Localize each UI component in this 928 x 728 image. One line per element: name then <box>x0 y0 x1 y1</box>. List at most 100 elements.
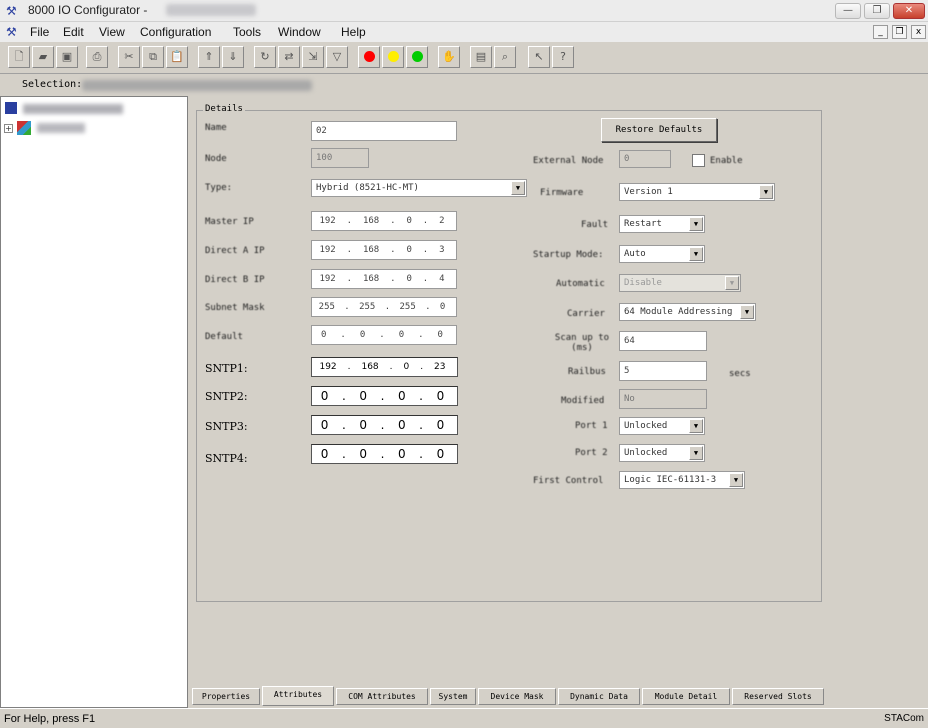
ip-octet: 255 <box>318 302 335 312</box>
menu-help[interactable]: Help <box>341 25 366 39</box>
cut-icon[interactable]: ✂ <box>118 46 140 68</box>
restore-defaults-button[interactable]: Restore Defaults <box>601 118 717 142</box>
carrier-select-value: 64 Module Addressing <box>624 307 733 317</box>
close-button[interactable]: ✕ <box>893 3 925 19</box>
yellow-status-icon[interactable] <box>382 46 404 68</box>
node-field[interactable]: 100 <box>311 148 369 168</box>
sntp1-field[interactable]: 192. 168. 0. 23 <box>311 357 458 377</box>
compare-icon[interactable]: ⇄ <box>278 46 300 68</box>
open-folder-icon[interactable]: ▰ <box>32 46 54 68</box>
ip-octet: 0 <box>439 302 446 312</box>
chevron-down-icon[interactable]: ▼ <box>740 305 754 319</box>
minimize-button[interactable]: — <box>835 3 861 19</box>
tree-root-label[interactable] <box>23 104 123 114</box>
type-select[interactable]: Hybrid (8521-HC-MT) ▼ <box>311 179 527 197</box>
firmware-select-value: Version 1 <box>624 187 673 197</box>
red-status-icon[interactable] <box>358 46 380 68</box>
port1-select[interactable]: Unlocked ▼ <box>619 417 705 435</box>
refresh-icon[interactable]: ↻ <box>254 46 276 68</box>
direct-b-ip-field[interactable]: 192. 168. 0. 4 <box>311 269 457 289</box>
startup-mode-select[interactable]: Auto ▼ <box>619 245 705 263</box>
tab-device-mask[interactable]: Device Mask <box>478 688 556 705</box>
ip-octet: 0 <box>321 330 327 340</box>
menu-configuration[interactable]: Configuration <box>140 25 211 39</box>
default-gateway-field[interactable]: 0.0.0.0 <box>311 325 457 345</box>
chevron-down-icon[interactable]: ▼ <box>689 247 703 261</box>
menu-view[interactable]: View <box>99 25 125 39</box>
fault-select[interactable]: Restart ▼ <box>619 215 705 233</box>
tab-com-attributes[interactable]: COM Attributes <box>336 688 428 705</box>
tab-attributes[interactable]: Attributes <box>262 686 334 706</box>
sntp3-field[interactable]: 0.0.0.0 <box>311 415 458 435</box>
context-help-icon[interactable]: ↖ <box>528 46 550 68</box>
mdi-restore-button[interactable]: ❐ <box>892 25 907 39</box>
chevron-down-icon[interactable]: ▼ <box>689 217 703 231</box>
startup-mode-select-value: Auto <box>624 249 646 259</box>
tree-expand-toggle[interactable]: + <box>4 124 13 133</box>
default-label: Default <box>205 332 243 342</box>
menu-tools[interactable]: Tools <box>233 25 261 39</box>
tab-module-detail[interactable]: Module Detail <box>642 688 730 705</box>
ip-octet: 0 <box>406 245 412 255</box>
menu-file[interactable]: File <box>30 25 49 39</box>
menu-edit[interactable]: Edit <box>63 25 84 39</box>
first-control-label: First Control <box>533 476 604 486</box>
device-tree[interactable]: + <box>0 96 188 708</box>
first-control-select[interactable]: Logic IEC-61131-3 ▼ <box>619 471 745 489</box>
direct-a-ip-field[interactable]: 192. 168. 0. 3 <box>311 240 457 260</box>
firmware-select[interactable]: Version 1 ▼ <box>619 183 775 201</box>
chevron-down-icon[interactable]: ▼ <box>689 419 703 433</box>
filter-icon[interactable]: ▽ <box>326 46 348 68</box>
modified-field: No <box>619 389 707 409</box>
enable-checkbox[interactable] <box>692 154 705 167</box>
sntp2-field[interactable]: 0.0.0.0 <box>311 386 458 406</box>
automatic-select[interactable]: Disable ▼ <box>619 274 741 292</box>
port2-select[interactable]: Unlocked ▼ <box>619 444 705 462</box>
chevron-down-icon[interactable]: ▼ <box>725 276 739 290</box>
tree-node-label[interactable] <box>37 123 85 133</box>
master-ip-label: Master IP <box>205 217 254 227</box>
tab-dynamic-data[interactable]: Dynamic Data <box>558 688 640 705</box>
carrier-select[interactable]: 64 Module Addressing ▼ <box>619 303 756 321</box>
paste-icon[interactable]: 📋 <box>166 46 188 68</box>
sntp4-field[interactable]: 0.0.0.0 <box>311 444 458 464</box>
tab-system[interactable]: System <box>430 688 476 705</box>
ip-octet: 0 <box>398 330 405 340</box>
subnet-mask-field[interactable]: 255. 255. 255. 0 <box>311 297 457 317</box>
copy-icon[interactable]: ⧉ <box>142 46 164 68</box>
chevron-down-icon[interactable]: ▼ <box>511 181 525 195</box>
ip-octet: 192 <box>319 216 336 226</box>
railbus-field[interactable]: 5 <box>619 361 707 381</box>
ip-octet: 0 <box>436 418 445 432</box>
save-icon[interactable]: ▣ <box>56 46 78 68</box>
ip-octet: 192 <box>319 245 336 255</box>
mdi-minimize-button[interactable]: _ <box>873 25 888 39</box>
external-node-field[interactable]: 0 <box>619 150 671 168</box>
selection-value <box>82 80 312 91</box>
find-icon[interactable]: ⌕ <box>494 46 516 68</box>
download-icon[interactable]: ⇓ <box>222 46 244 68</box>
upload-icon[interactable]: ⇑ <box>198 46 220 68</box>
fault-select-value: Restart <box>624 219 662 229</box>
maximize-button[interactable]: ❐ <box>864 3 890 19</box>
selection-bar: Selection: <box>0 76 928 96</box>
help-icon[interactable]: ? <box>552 46 574 68</box>
print-icon[interactable]: ⎙ <box>86 46 108 68</box>
stop-icon[interactable]: ✋ <box>438 46 460 68</box>
name-field[interactable]: 02 <box>311 121 457 141</box>
chevron-down-icon[interactable]: ▼ <box>729 473 743 487</box>
chevron-down-icon[interactable]: ▼ <box>759 185 773 199</box>
export-icon[interactable]: ⇲ <box>302 46 324 68</box>
tab-reserved-slots[interactable]: Reserved Slots <box>732 688 824 705</box>
master-ip-field[interactable]: 192. 168. 0. 2 <box>311 211 457 231</box>
mdi-close-button[interactable]: x <box>911 25 926 39</box>
scan-up-to-field[interactable]: 64 <box>619 331 707 351</box>
chevron-down-icon[interactable]: ▼ <box>689 446 703 460</box>
green-status-icon[interactable] <box>406 46 428 68</box>
first-control-select-value: Logic IEC-61131-3 <box>624 475 717 485</box>
menu-window[interactable]: Window <box>278 25 321 39</box>
monitor-icon[interactable]: ▤ <box>470 46 492 68</box>
tab-properties[interactable]: Properties <box>192 688 260 705</box>
document-icon[interactable]: ⚒ <box>6 25 20 39</box>
new-file-icon[interactable]: 🗋 <box>8 46 30 68</box>
